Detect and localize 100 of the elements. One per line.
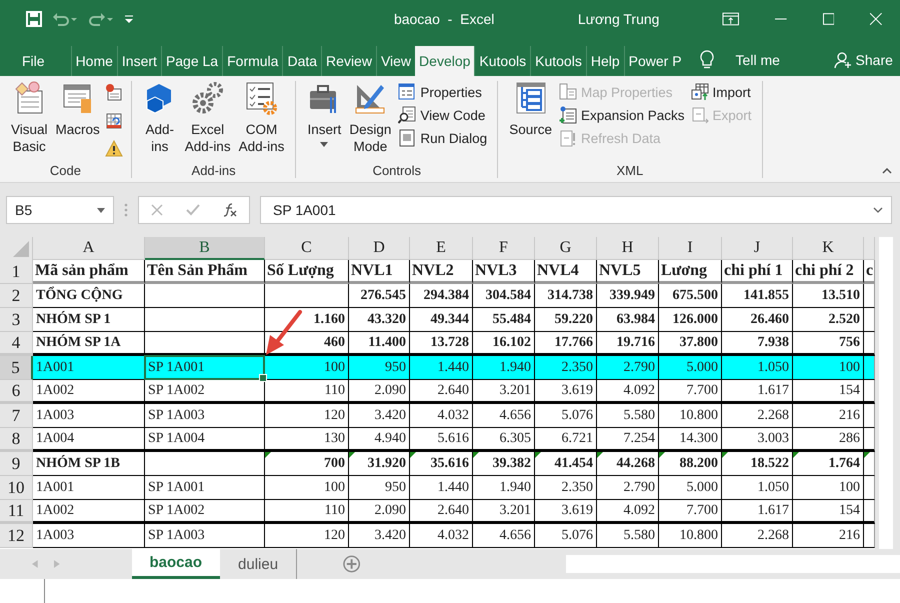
column-header[interactable]: F [473, 237, 535, 260]
column-header[interactable]: B [145, 237, 265, 260]
row-header[interactable]: 3 [0, 308, 33, 332]
table-cell: 6.721 [535, 428, 597, 452]
row-header[interactable]: 8 [0, 428, 33, 452]
vertical-scrollbar[interactable] [879, 237, 893, 549]
lightbulb-icon[interactable] [700, 50, 714, 70]
table-cell: 4.940 [349, 428, 410, 452]
column-header[interactable]: C [265, 237, 349, 260]
sheet-tab[interactable]: dulieu [220, 549, 296, 579]
ribbon-button[interactable]: Import [688, 83, 754, 101]
ribbon-button[interactable]: View Code [396, 106, 490, 124]
ribbon-button[interactable]: Design Mode [346, 81, 394, 163]
table-cell: 7.700 [659, 380, 722, 404]
table-cell: SP 1A002 [145, 500, 265, 524]
row-header[interactable]: 10 [0, 476, 33, 500]
save-icon[interactable] [26, 11, 42, 27]
maximize-icon[interactable] [822, 13, 834, 25]
table-cell: 2.350 [535, 476, 597, 500]
redo-icon[interactable] [88, 11, 114, 27]
row-header[interactable]: 5 [0, 356, 33, 380]
dialog-icon [398, 129, 416, 147]
row-header[interactable]: 2 [0, 284, 33, 308]
group-label: XML [616, 163, 644, 178]
formula-field[interactable]: SP 1A001 [260, 196, 892, 224]
table-cell: 286 [793, 428, 864, 452]
expand-icon[interactable] [873, 207, 883, 213]
ribbon-button[interactable]: Add- ins [140, 81, 180, 163]
table-cell: 2.640 [410, 500, 473, 524]
table-cell [864, 356, 875, 380]
ribbon-button[interactable]: Insert [304, 81, 344, 163]
ribbon-button[interactable]: Visual Basic [8, 81, 51, 163]
table-cell: 216 [793, 524, 864, 548]
row-header[interactable]: 7 [0, 404, 33, 428]
warning-icon[interactable] [104, 140, 123, 158]
table-cell: Tên Sản Phẩm [145, 260, 265, 284]
export-icon [690, 106, 709, 124]
table-cell: 1.617 [722, 500, 793, 524]
ribbon-button[interactable]: COM Add-ins [236, 81, 288, 163]
record-icon[interactable] [104, 84, 123, 102]
table-cell: 950 [349, 476, 410, 500]
table-cell: 126.000 [659, 308, 722, 332]
sheet-tab[interactable]: baocao [132, 549, 220, 579]
undo-icon[interactable] [52, 11, 78, 27]
table-cell: 1.940 [473, 356, 535, 380]
dropdown-icon [97, 208, 105, 212]
table-cell: 3.003 [722, 428, 793, 452]
row-header[interactable]: 12 [0, 524, 33, 548]
column-header[interactable]: H [597, 237, 659, 260]
row-header[interactable]: 1 [0, 260, 33, 284]
column-header[interactable]: E [410, 237, 473, 260]
table-cell: 3.619 [535, 500, 597, 524]
table-cell: 1.440 [410, 476, 473, 500]
table-cell: 4.656 [473, 524, 535, 548]
table-cell: c [864, 260, 875, 284]
function-icon[interactable] [223, 203, 238, 217]
column-header[interactable]: G [535, 237, 597, 260]
ribbon-display-icon[interactable] [722, 12, 740, 26]
table-cell: 154 [793, 500, 864, 524]
ribbon-tab[interactable]: File [0, 46, 55, 76]
row-header[interactable]: 6 [0, 380, 33, 404]
column-header[interactable]: K [793, 237, 864, 260]
ribbon-button[interactable]: Run Dialog [396, 129, 490, 147]
table-cell: 1A002 [33, 380, 145, 404]
table-cell: 4.032 [410, 404, 473, 428]
row-header[interactable]: 4 [0, 332, 33, 356]
collapse-icon[interactable] [882, 168, 892, 174]
user-name[interactable]: Lương Trung [578, 11, 704, 27]
ribbon-button[interactable]: Expansion Packs [556, 106, 687, 124]
table-cell: 5.580 [597, 404, 659, 428]
ribbon-button[interactable]: Macros [52, 81, 103, 163]
drag-handle-icon[interactable] [124, 202, 128, 218]
add-sheet-icon[interactable] [343, 555, 360, 573]
column-header[interactable]: J [722, 237, 793, 260]
row-header[interactable]: 9 [0, 452, 33, 476]
ribbon-button[interactable]: Source [506, 81, 555, 163]
close-icon[interactable] [870, 13, 882, 25]
customize-icon[interactable] [124, 13, 134, 25]
row-header[interactable]: 11 [0, 500, 33, 524]
column-header[interactable]: A [33, 237, 145, 260]
column-header[interactable]: I [659, 237, 722, 260]
tell-me-field[interactable]: Tell me [736, 52, 816, 68]
table-cell: NVL1 [349, 260, 410, 284]
horizontal-scrollbar[interactable] [566, 555, 900, 573]
table-cell: chi phí 2 [793, 260, 864, 284]
table-cell: 4.092 [597, 380, 659, 404]
ribbon-tab[interactable]: Develop [415, 46, 474, 76]
name-box[interactable]: B5 [6, 196, 114, 224]
table-cell: 2.090 [349, 380, 410, 404]
table-cell: 2.520 [793, 308, 864, 332]
table-cell: 2.090 [349, 500, 410, 524]
table-cell: 55.484 [473, 308, 535, 332]
column-header[interactable]: D [349, 237, 410, 260]
grid-icon[interactable] [104, 112, 123, 130]
table-cell: 1A002 [33, 500, 145, 524]
ribbon-button[interactable]: Properties [396, 83, 490, 101]
check-icon[interactable] [186, 204, 200, 216]
ribbon-button[interactable]: Excel Add-ins [182, 81, 234, 163]
table-cell: 276.545 [349, 284, 410, 308]
share-button[interactable]: Share [834, 44, 893, 76]
